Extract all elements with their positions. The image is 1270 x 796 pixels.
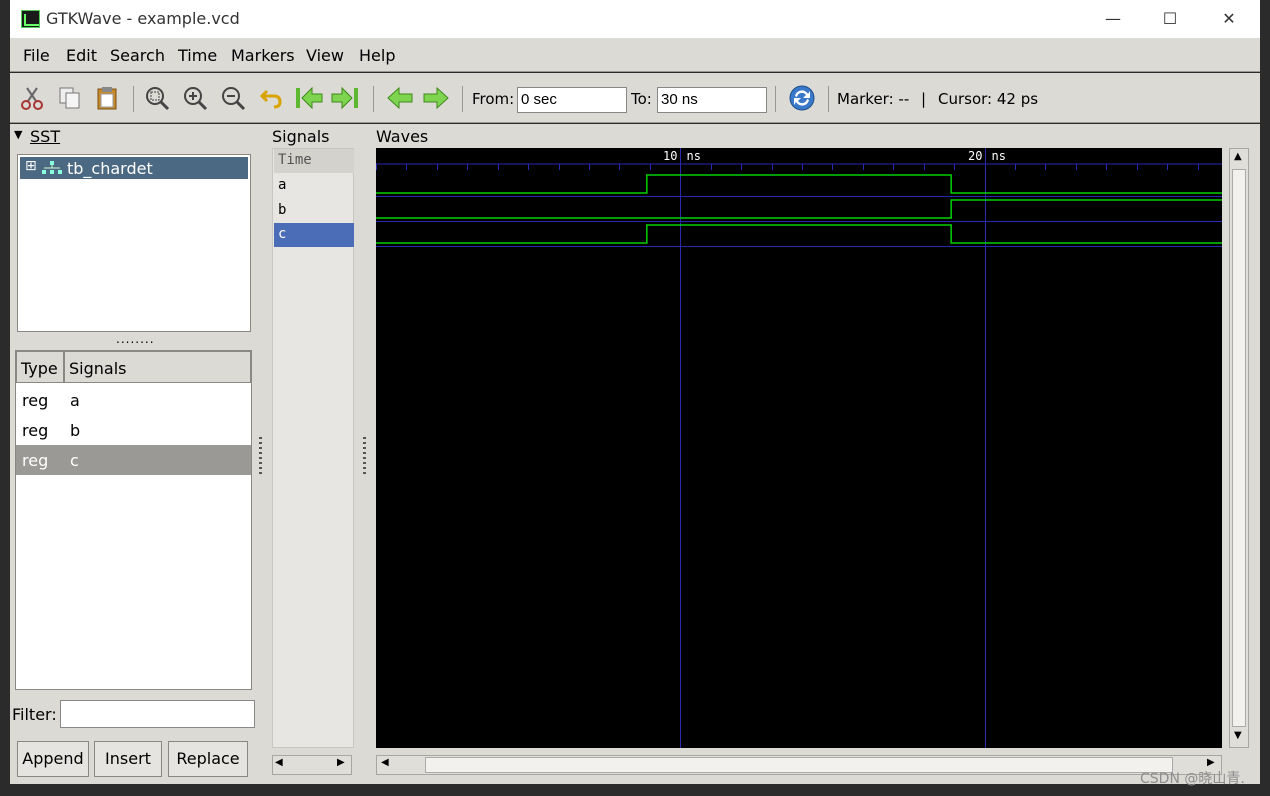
column-header-signals[interactable]: Signals — [64, 351, 251, 383]
time-label-value: 10 — [663, 149, 677, 163]
tree-item-label: tb_chardet — [67, 159, 153, 178]
menu-view[interactable]: View — [306, 46, 344, 65]
row-type: reg — [22, 421, 49, 440]
scroll-up-icon[interactable]: ▲ — [1234, 151, 1242, 162]
waveform-a — [376, 174, 1222, 194]
scroll-thumb[interactable] — [1232, 169, 1246, 727]
readout-separator: | — [921, 90, 927, 108]
waveform-canvas[interactable]: 10 ns 20 ns — [376, 148, 1222, 748]
signal-type-table: Type Signals reg a reg b reg c — [15, 350, 252, 690]
filter-input[interactable] — [60, 700, 255, 728]
time-label-unit: ns — [687, 149, 701, 163]
toolbar: From: 0 sec To: 30 ns Marker: -- | Curso… — [10, 73, 1260, 123]
row-signal: a — [70, 391, 80, 410]
hierarchy-icon — [42, 161, 62, 174]
menu-markers[interactable]: Markers — [231, 46, 295, 65]
cursor-readout: Cursor: 42 ps — [938, 90, 1039, 108]
to-label: To: — [631, 90, 652, 108]
waveform-b — [376, 199, 1222, 219]
pane-divider-handle[interactable] — [259, 437, 262, 477]
paste-icon[interactable] — [92, 83, 122, 113]
signal-b[interactable]: b — [274, 199, 354, 223]
row-signal: b — [70, 421, 81, 440]
window-title: GTKWave - example.vcd — [46, 9, 240, 28]
scroll-right-icon[interactable]: ▶ — [1207, 757, 1215, 768]
menu-file[interactable]: File — [23, 46, 50, 65]
undo-zoom-icon[interactable] — [257, 83, 287, 113]
title-bar: GTKWave - example.vcd — ☐ ✕ — [10, 0, 1260, 38]
left-arrow-icon[interactable] — [385, 83, 415, 113]
signals-pane: Time a b c — [272, 148, 354, 748]
signals-pane-title: Signals — [271, 127, 331, 146]
append-button[interactable]: Append — [17, 741, 89, 777]
table-row[interactable]: reg a — [16, 385, 251, 415]
marker-readout: Marker: -- — [837, 90, 910, 108]
go-to-end-icon[interactable] — [330, 83, 360, 113]
pane-grip[interactable]: ........ — [116, 332, 155, 346]
copy-icon[interactable] — [55, 83, 85, 113]
sst-title[interactable]: SST — [30, 127, 60, 146]
scroll-left-icon[interactable]: ◀ — [275, 757, 283, 768]
signals-hscrollbar[interactable]: ◀ ▶ — [272, 755, 352, 775]
go-to-start-icon[interactable] — [294, 83, 324, 113]
signal-c-selected[interactable]: c — [274, 223, 354, 247]
waves-pane[interactable]: 10 ns 20 ns — [376, 148, 1222, 748]
table-row-selected[interactable]: reg c — [16, 445, 251, 475]
signal-time[interactable]: Time — [274, 149, 354, 173]
right-arrow-icon[interactable] — [421, 83, 451, 113]
scroll-left-icon[interactable]: ◀ — [381, 757, 389, 768]
insert-button[interactable]: Insert — [94, 741, 162, 777]
replace-button[interactable]: Replace — [168, 741, 248, 777]
menu-search[interactable]: Search — [110, 46, 165, 65]
menu-time[interactable]: Time — [178, 46, 217, 65]
expand-icon[interactable]: ⊞ — [25, 158, 37, 174]
pane-divider-handle[interactable] — [363, 437, 366, 477]
menu-bar: File Edit Search Time Markers View Help — [10, 38, 1260, 72]
zoom-out-icon[interactable] — [218, 83, 248, 113]
waveform-c — [376, 224, 1222, 244]
close-button[interactable]: ✕ — [1206, 4, 1252, 34]
tree-item-tb-chardet[interactable]: ⊞ tb_chardet — [20, 157, 248, 179]
menu-edit[interactable]: Edit — [66, 46, 97, 65]
maximize-button[interactable]: ☐ — [1147, 4, 1193, 34]
scroll-right-icon[interactable]: ▶ — [337, 757, 345, 768]
row-type: reg — [22, 391, 49, 410]
gtkwave-logo-icon — [21, 10, 40, 28]
from-input[interactable]: 0 sec — [517, 87, 627, 113]
cut-icon[interactable] — [17, 83, 47, 113]
column-header-type[interactable]: Type — [16, 351, 64, 383]
from-label: From: — [472, 90, 515, 108]
time-label-value: 20 — [968, 149, 982, 163]
zoom-in-icon[interactable] — [180, 83, 210, 113]
row-type: reg — [22, 451, 49, 470]
waves-vscrollbar[interactable]: ▲ ▼ — [1229, 148, 1249, 748]
waves-hscrollbar[interactable]: ◀ ▶ — [376, 755, 1222, 775]
minimize-button[interactable]: — — [1090, 4, 1136, 34]
watermark: CSDN @晓山青. — [1140, 771, 1245, 787]
waves-pane-title: Waves — [375, 127, 430, 146]
to-input[interactable]: 30 ns — [657, 87, 767, 113]
time-label-unit: ns — [992, 149, 1006, 163]
zoom-fit-icon[interactable] — [142, 83, 172, 113]
sst-tree[interactable]: ⊞ tb_chardet — [17, 154, 251, 332]
row-signal: c — [70, 451, 79, 470]
sst-collapse-icon[interactable]: ▼ — [14, 128, 22, 141]
menu-help[interactable]: Help — [359, 46, 395, 65]
scroll-thumb[interactable] — [425, 757, 1173, 773]
table-row[interactable]: reg b — [16, 415, 251, 445]
filter-label: Filter: — [12, 705, 57, 724]
scroll-down-icon[interactable]: ▼ — [1234, 730, 1242, 741]
signal-a[interactable]: a — [274, 174, 354, 198]
reload-icon[interactable] — [787, 83, 817, 113]
